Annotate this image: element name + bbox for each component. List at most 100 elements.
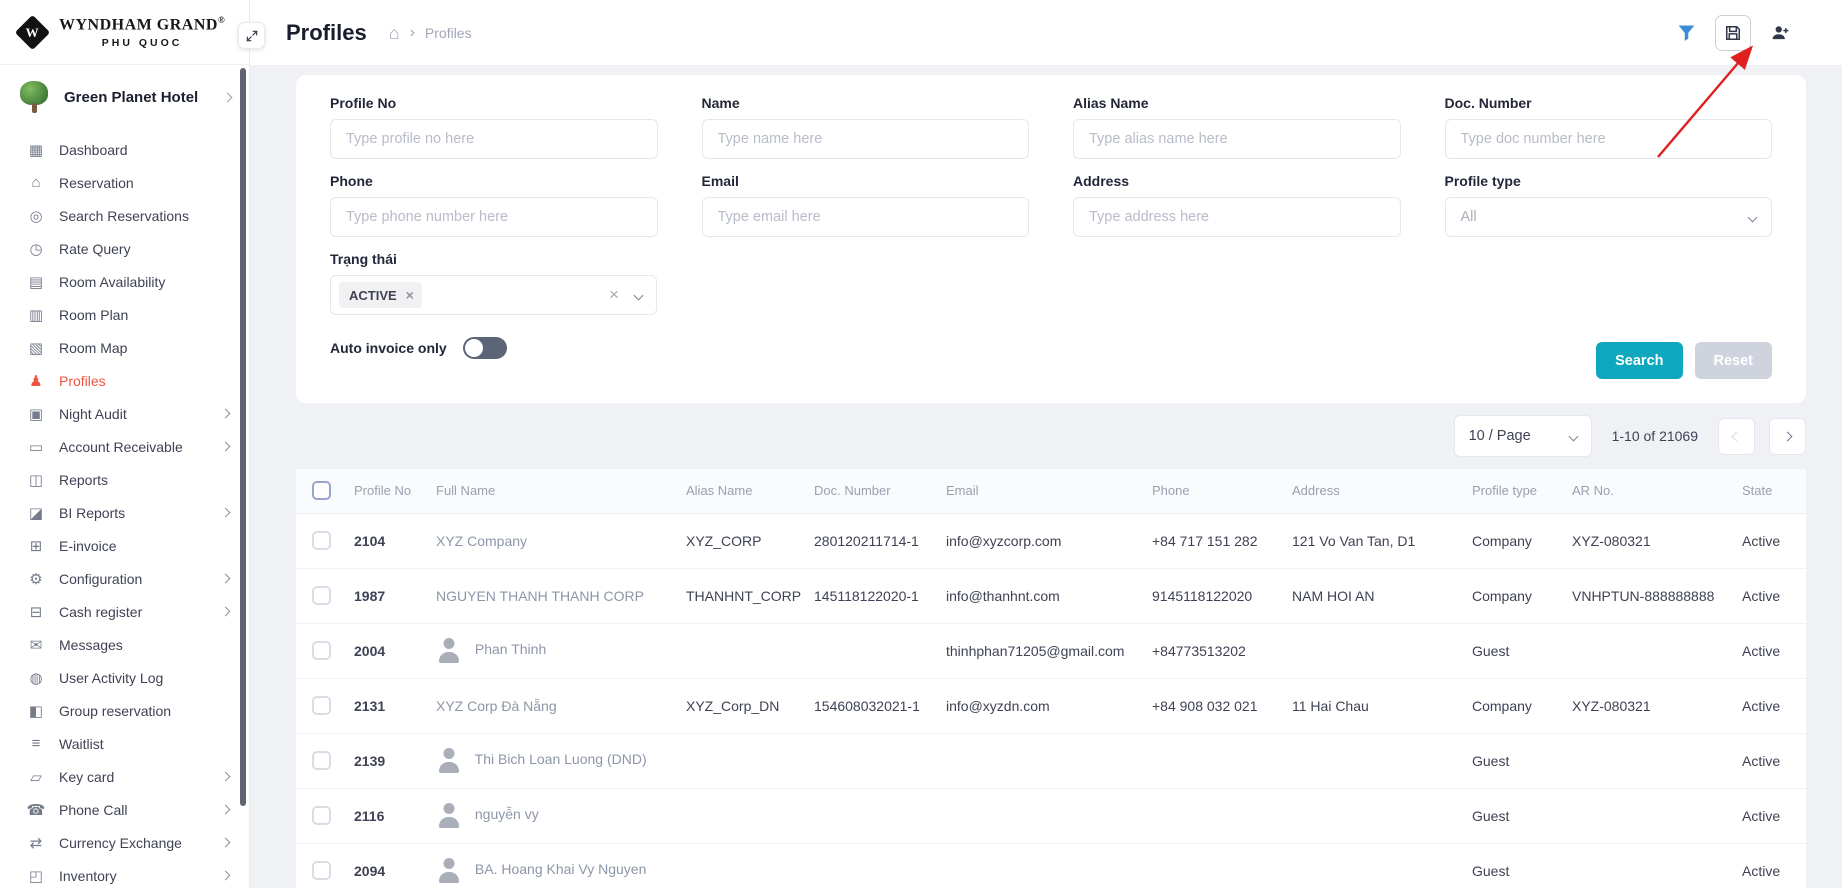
sidebar-item[interactable]: ◰ Inventory [0,859,249,888]
text-input[interactable] [1073,197,1401,237]
sidebar-item-label: Room Map [59,340,127,356]
cell-full-name: XYZ Company [424,513,674,568]
table-row[interactable]: 2104 XYZ Company XYZ_CORP 280120211714-1… [296,513,1806,568]
funnel-icon [1676,22,1697,43]
column-header: Email [934,469,1140,513]
row-checkbox[interactable] [312,806,331,825]
row-checkbox[interactable] [312,751,331,770]
filter-button[interactable] [1668,15,1704,51]
profile-name-link[interactable]: NGUYEN THANH THANH CORP [436,588,644,604]
cell-email: info@xyzcorp.com [934,513,1140,568]
save-view-button[interactable] [1715,15,1751,51]
sidebar-item[interactable]: ◎ Search Reservations [0,199,249,232]
text-input[interactable] [702,197,1030,237]
page-size-select[interactable]: 10 / Page [1454,415,1592,457]
sidebar-item-label: Search Reservations [59,208,189,224]
sidebar-item-label: Account Receivable [59,439,183,455]
status-select[interactable]: ACTIVE × × [330,275,657,315]
sidebar-item[interactable]: ◪ BI Reports [0,496,249,529]
sidebar-item[interactable]: ⌂ Reservation [0,166,249,199]
cell-ar-no: VNHPTUN-888888888 [1560,568,1730,623]
profile-name-link[interactable]: BA. Hoang Khai Vy Nguyen [475,861,646,877]
text-input[interactable] [330,197,658,237]
search-button[interactable]: Search [1596,342,1682,379]
breadcrumb-separator: › [410,24,415,42]
hotel-selector[interactable]: Green Planet Hotel [0,65,249,127]
sidebar-item[interactable]: ▤ Room Availability [0,265,249,298]
profile-name-link[interactable]: Thi Bich Loan Luong (DND) [475,751,647,767]
header-actions [1668,15,1798,51]
home-icon[interactable]: ⌂ [389,24,400,42]
sidebar-item[interactable]: ▣ Night Audit [0,397,249,430]
column-header: Phone [1140,469,1280,513]
cell-full-name: Thi Bich Loan Luong (DND) [424,733,674,788]
expand-arrows-icon [245,29,259,43]
sidebar-item-icon: ⚙ [26,570,46,588]
pagination-range: 1-10 of 21069 [1612,428,1698,444]
row-checkbox[interactable] [312,696,331,715]
profile-type-select[interactable]: All [1445,197,1773,237]
sidebar-item[interactable]: ⇄ Currency Exchange [0,826,249,859]
profile-name-link[interactable]: XYZ Corp Đà Nẵng [436,698,557,714]
cell-email [934,843,1140,888]
cell-phone [1140,843,1280,888]
sidebar-collapse-button[interactable] [238,22,265,49]
text-input[interactable] [1445,119,1773,159]
table-row[interactable]: 2116 nguyễn vy Guest [296,788,1806,843]
table-row[interactable]: 2131 XYZ Corp Đà Nẵng XYZ_Corp_DN 154608… [296,678,1806,733]
text-input[interactable] [1073,119,1401,159]
sidebar-item[interactable]: ◧ Group reservation [0,694,249,727]
sidebar-item[interactable]: ⊞ E-invoice [0,529,249,562]
cell-address [1280,843,1460,888]
sidebar-item[interactable]: ◫ Reports [0,463,249,496]
row-checkbox[interactable] [312,641,331,660]
cell-email: info@thanhnt.com [934,568,1140,623]
chevron-right-icon [221,805,231,815]
sidebar-scrollbar-thumb[interactable] [240,68,246,806]
table-row[interactable]: 2094 BA. Hoang Khai Vy Nguyen Guest [296,843,1806,888]
sidebar-item-label: Room Plan [59,307,128,323]
sidebar-item[interactable]: ▭ Account Receivable [0,430,249,463]
text-input[interactable] [702,119,1030,159]
sidebar-item[interactable]: ◍ User Activity Log [0,661,249,694]
sidebar-item[interactable]: ⚙ Configuration [0,562,249,595]
sidebar-item[interactable]: ≡ Waitlist [0,727,249,760]
row-checkbox[interactable] [312,586,331,605]
sidebar-item[interactable]: ♟ Profiles [0,364,249,397]
chevron-down-icon [634,290,644,300]
sidebar-item[interactable]: ☎ Phone Call [0,793,249,826]
profile-name-link[interactable]: nguyễn vy [475,806,539,822]
clear-icon[interactable]: × [609,285,619,305]
sidebar-item[interactable]: ▥ Room Plan [0,298,249,331]
column-header: Full Name [424,469,674,513]
sidebar-item[interactable]: ▱ Key card [0,760,249,793]
table-row[interactable]: 2139 Thi Bich Loan Luong (DND) Guest [296,733,1806,788]
sidebar-item[interactable]: ▧ Room Map [0,331,249,364]
sidebar-item[interactable]: ✉ Messages [0,628,249,661]
text-input[interactable] [330,119,658,159]
cell-state: Active [1730,678,1806,733]
hotel-avatar [16,79,52,115]
cell-address [1280,733,1460,788]
add-profile-button[interactable] [1762,15,1798,51]
sidebar-item[interactable]: ▦ Dashboard [0,133,249,166]
remove-tag-icon[interactable]: × [406,287,414,303]
sidebar-item[interactable]: ⊟ Cash register [0,595,249,628]
sidebar-item-icon: ≡ [26,735,46,752]
next-page-button[interactable] [1769,418,1806,455]
table-row[interactable]: 2004 Phan Thinh thinhphan71205@gmail.com… [296,623,1806,678]
select-all-checkbox[interactable] [312,481,331,500]
reset-button[interactable]: Reset [1695,342,1773,379]
row-checkbox[interactable] [312,861,331,880]
cell-address: 121 Vo Van Tan, D1 [1280,513,1460,568]
row-checkbox[interactable] [312,531,331,550]
prev-page-button[interactable] [1718,418,1755,455]
auto-invoice-toggle[interactable] [463,337,507,359]
filter-field: Name [702,95,1030,159]
sidebar-item-icon: ⊞ [26,537,46,555]
sidebar-item[interactable]: ◷ Rate Query [0,232,249,265]
profile-name-link[interactable]: Phan Thinh [475,641,546,657]
profile-name-link[interactable]: XYZ Company [436,533,527,549]
table-row[interactable]: 1987 NGUYEN THANH THANH CORP THANHNT_COR… [296,568,1806,623]
column-header: Doc. Number [802,469,934,513]
